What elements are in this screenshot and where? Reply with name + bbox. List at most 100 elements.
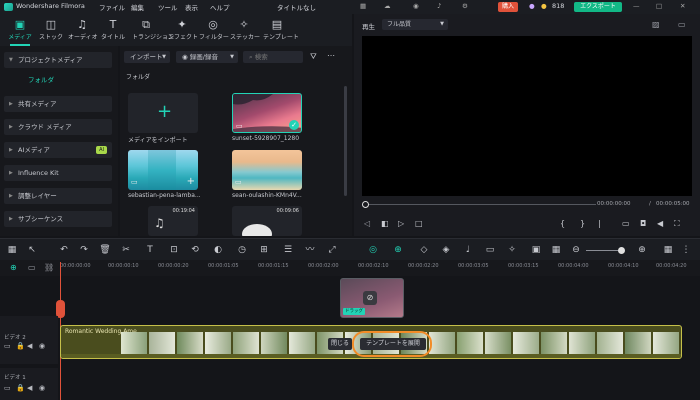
mic-icon[interactable]: ♩ xyxy=(462,244,474,256)
tab-audio[interactable]: ♫ オーディオ xyxy=(68,17,98,45)
grid-options-icon[interactable]: ▦ xyxy=(662,244,674,256)
link-icon[interactable]: ▭ xyxy=(28,263,36,272)
zoom-slider-handle[interactable] xyxy=(618,247,625,254)
sidebar-item-cloud-media[interactable]: ▶ クラウド メディア xyxy=(4,119,112,135)
split-icon[interactable]: | xyxy=(598,219,601,228)
sidebar-item-folder[interactable]: フォルダ xyxy=(4,72,112,88)
lock-icon[interactable]: 🔒 xyxy=(16,384,25,392)
menu-view[interactable]: 表示 xyxy=(185,2,198,12)
import-media-tile[interactable]: + xyxy=(128,93,198,133)
fullscreen-icon[interactable]: ⛶ xyxy=(674,219,680,229)
project-title[interactable]: タイトルなし xyxy=(277,2,316,12)
tab-player[interactable]: 再生 xyxy=(362,21,375,31)
timeline-ruler[interactable]: ⊕ ▭ ⛓ 00:00:00:00 00:00:00:10 00:00:00:2… xyxy=(0,260,700,276)
delete-icon[interactable]: 🗑 xyxy=(99,244,111,256)
grid-icon[interactable]: ▦ xyxy=(360,2,366,10)
menu-file[interactable]: ファイル xyxy=(99,2,125,12)
zoom-slider[interactable] xyxy=(586,250,622,251)
redo-icon[interactable]: ↷ xyxy=(78,244,90,256)
avatar[interactable]: ● xyxy=(529,2,535,10)
tab-template[interactable]: ▤ テンプレート xyxy=(263,17,299,45)
monitor-icon[interactable]: ▭ xyxy=(622,219,630,228)
tab-media[interactable]: ▣ メディア xyxy=(6,17,34,46)
tab-sticker[interactable]: ✧ ステッカー xyxy=(230,17,260,45)
play-icon[interactable]: ▷ xyxy=(398,219,404,228)
tab-stock[interactable]: ◫ ストック xyxy=(37,17,65,45)
maximize-icon[interactable]: □ xyxy=(656,2,662,10)
more-options-icon[interactable]: ⋯ xyxy=(327,51,335,60)
zoom-out-icon[interactable]: ⊖ xyxy=(570,244,582,256)
sidebar-item-adjustment-layer[interactable]: ▶ 調整レイヤー xyxy=(4,188,112,204)
minimize-icon[interactable]: — xyxy=(633,2,640,10)
add-track-icon[interactable]: ⊕ xyxy=(10,263,17,272)
display-icon[interactable]: ▭ xyxy=(678,20,686,29)
export-button[interactable]: エクスポート xyxy=(574,2,622,12)
motion-icon[interactable]: ⊞ xyxy=(258,244,270,256)
import-dropdown[interactable]: インポート ▼ xyxy=(124,51,170,63)
menu-edit[interactable]: 編集 xyxy=(131,2,144,12)
menu-help[interactable]: ヘルプ xyxy=(210,2,230,12)
tab-filter[interactable]: ◎ フィルター xyxy=(199,17,229,45)
stop-icon[interactable]: □ xyxy=(415,219,423,228)
add-to-timeline-icon[interactable]: + xyxy=(187,176,195,187)
camera-icon[interactable]: ◘ xyxy=(640,219,646,228)
step-back-icon[interactable]: ◧ xyxy=(381,219,389,228)
media-thumb-video[interactable]: 00:09:06 xyxy=(232,206,302,236)
media-thumb-audio[interactable]: 00:19:04 ♫ xyxy=(148,206,198,236)
cloud-icon[interactable]: ☁ xyxy=(384,2,391,10)
sidebar-item-project-media[interactable]: ▼ プロジェクトメディア xyxy=(4,52,112,68)
menu-tools[interactable]: ツール xyxy=(158,2,178,12)
speed-icon[interactable]: ◷ xyxy=(236,244,248,256)
text-tool-icon[interactable]: T xyxy=(144,244,156,256)
audio-wave-icon[interactable]: 〰 xyxy=(304,244,316,256)
tab-title[interactable]: T タイトル xyxy=(99,17,127,45)
chain-icon[interactable]: ⛓ xyxy=(44,263,54,272)
snap-icon[interactable]: ⊕ xyxy=(392,244,404,256)
rotate-icon[interactable]: ⟲ xyxy=(189,244,201,256)
prev-frame-icon[interactable]: ◁ xyxy=(364,219,370,228)
purchase-button[interactable]: 購入 xyxy=(498,2,518,12)
settings-icon[interactable]: ⚙ xyxy=(462,2,468,10)
preview-scrubber[interactable] xyxy=(366,204,596,205)
caption-icon[interactable]: ▭ xyxy=(484,244,496,256)
sidebar-item-ai-media[interactable]: ▶ AIメディア AI xyxy=(4,142,112,158)
snapshot-icon[interactable]: ▨ xyxy=(652,20,660,29)
volume-icon[interactable]: ◀ xyxy=(657,219,663,228)
render-icon[interactable]: ▣ xyxy=(530,244,542,256)
scrubber-handle[interactable] xyxy=(362,201,369,208)
tab-effect[interactable]: ✦ エフェクト xyxy=(168,17,198,45)
grid-view-icon[interactable]: ▦ xyxy=(550,244,562,256)
bell-icon[interactable]: ♪ xyxy=(437,2,441,10)
ai-icon[interactable]: ✧ xyxy=(506,244,518,256)
eye-icon[interactable]: ◉ xyxy=(39,342,45,350)
adjust-icon[interactable]: ☰ xyxy=(282,244,294,256)
expand-template-button[interactable]: テンプレートを展開 xyxy=(360,338,426,350)
mark-out-icon[interactable]: } xyxy=(580,219,585,228)
undo-icon[interactable]: ↶ xyxy=(58,244,70,256)
tab-transition[interactable]: ⧉ トランジション xyxy=(132,17,174,45)
sidebar-item-subsequence[interactable]: ▶ サブシーケンス xyxy=(4,211,112,227)
zoom-in-icon[interactable]: ⊕ xyxy=(636,244,648,256)
layout-icon[interactable]: ▦ xyxy=(6,244,18,256)
sidebar-item-influence-kit[interactable]: ▶ Influence Kit xyxy=(4,165,112,181)
marker-icon[interactable]: ◈ xyxy=(440,244,452,256)
expand-icon[interactable]: ⤢ xyxy=(326,244,338,256)
video-canvas[interactable] xyxy=(362,36,692,196)
select-tool-icon[interactable]: ↖ xyxy=(26,244,38,256)
magnet-icon[interactable]: ◎ xyxy=(367,244,379,256)
eye-icon[interactable]: ◉ xyxy=(39,384,45,392)
volume-icon[interactable]: ◀ xyxy=(27,384,32,392)
color-icon[interactable]: ◐ xyxy=(212,244,224,256)
search-input[interactable]: ⌕ 検索 xyxy=(243,51,303,63)
filter-sort-icon[interactable]: ⛛ xyxy=(310,52,317,62)
quality-dropdown[interactable]: フル品質 ▼ xyxy=(382,19,448,30)
record-dropdown[interactable]: ◉ 録画/録音 ▼ xyxy=(176,51,238,63)
mark-in-icon[interactable]: { xyxy=(560,219,565,228)
media-thumb-beach-2[interactable]: ▭ xyxy=(232,150,302,190)
sidebar-item-shared-media[interactable]: ▶ 共有メディア xyxy=(4,96,112,112)
keyframe-icon[interactable]: ◇ xyxy=(418,244,430,256)
media-scrollbar[interactable] xyxy=(344,86,347,196)
close-window-icon[interactable]: ✕ xyxy=(680,2,685,10)
cut-icon[interactable]: ✂ xyxy=(120,244,132,256)
volume-icon[interactable]: ◀ xyxy=(27,342,32,350)
